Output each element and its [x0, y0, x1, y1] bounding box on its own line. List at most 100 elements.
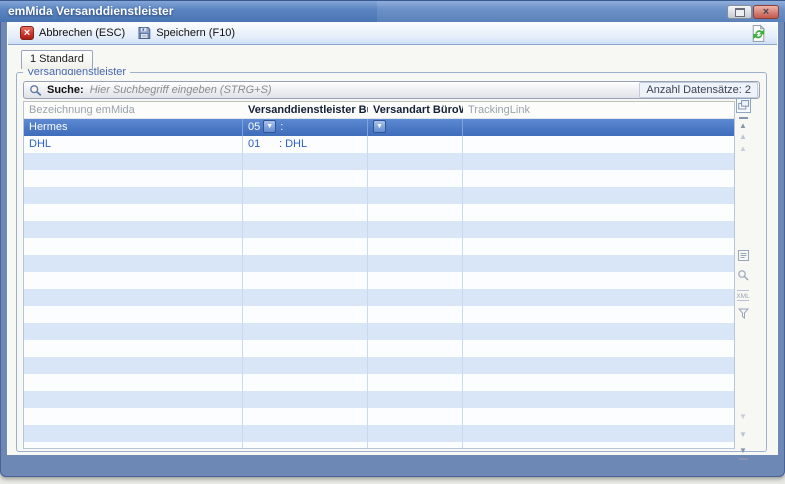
cell-empty — [463, 204, 734, 221]
search-zoom-icon[interactable] — [735, 269, 751, 285]
table-row-empty[interactable] — [24, 408, 734, 425]
table-row-empty[interactable] — [24, 238, 734, 255]
cell-empty — [463, 323, 734, 340]
cell-empty — [368, 357, 463, 374]
vdl-dropdown[interactable]: ▼ — [263, 120, 276, 133]
cell-empty — [24, 187, 243, 204]
table-row-empty[interactable] — [24, 357, 734, 374]
cell-empty — [243, 153, 368, 170]
table-row-empty[interactable] — [24, 323, 734, 340]
cell-empty — [463, 374, 734, 391]
cell-versanddienstleister: 01: DHL — [243, 136, 368, 153]
table-row[interactable]: DHL01: DHL — [24, 136, 734, 153]
table-row-empty[interactable] — [24, 289, 734, 306]
row-down-icon[interactable]: ▼ — [735, 411, 751, 423]
table-row-empty[interactable] — [24, 306, 734, 323]
view-details-icon[interactable] — [735, 249, 751, 265]
cell-empty — [243, 204, 368, 221]
cell-trackinglink — [463, 136, 734, 153]
cancel-button[interactable]: × Abbrechen (ESC) — [14, 25, 131, 41]
cell-empty — [463, 425, 734, 442]
cell-empty — [368, 340, 463, 357]
cell-empty — [463, 289, 734, 306]
toolbar: × Abbrechen (ESC) Speichern (F10) — [8, 22, 777, 45]
table-row-empty[interactable] — [24, 391, 734, 408]
page-down-icon[interactable]: ▼ — [735, 429, 751, 441]
cell-trackinglink — [463, 119, 734, 136]
page-up-icon[interactable]: ▲ — [735, 131, 751, 143]
cell-empty — [368, 272, 463, 289]
cell-empty — [368, 204, 463, 221]
cell-empty — [24, 221, 243, 238]
column-header-2[interactable]: Versandart BüroWARE — [368, 102, 463, 118]
cancel-icon: × — [20, 26, 34, 40]
table-row[interactable]: Hermes05▼:▼ — [24, 119, 734, 136]
cell-empty — [24, 272, 243, 289]
table-row-empty[interactable] — [24, 204, 734, 221]
cell-empty — [463, 238, 734, 255]
table-row-empty[interactable] — [24, 255, 734, 272]
window-title: emMida Versanddienstleister — [8, 1, 173, 22]
versandart-dropdown[interactable]: ▼ — [373, 120, 386, 133]
grid-side-toolbar: ▲ ▲ ▲ — [735, 73, 753, 451]
cell-empty — [243, 238, 368, 255]
cell-empty — [368, 306, 463, 323]
search-icon — [29, 84, 42, 97]
cell-empty — [368, 425, 463, 442]
close-button[interactable]: × — [753, 5, 779, 19]
vdl-code: 01 — [248, 136, 279, 153]
restore-button[interactable] — [727, 5, 752, 19]
table-row-empty[interactable] — [24, 374, 734, 391]
cell-empty — [24, 408, 243, 425]
cell-versanddienstleister: 05▼: — [243, 119, 368, 136]
table-row-empty[interactable] — [24, 221, 734, 238]
table-row-empty[interactable] — [24, 340, 734, 357]
cell-empty — [463, 272, 734, 289]
cell-empty — [24, 391, 243, 408]
column-chooser-icon[interactable] — [735, 98, 751, 116]
cell-empty — [243, 187, 368, 204]
grid: Bezeichnung emMidaVersanddienstleister B… — [23, 101, 735, 449]
cell-empty — [463, 255, 734, 272]
filter-icon[interactable] — [735, 307, 751, 323]
table-row-empty[interactable] — [24, 425, 734, 442]
search-bar[interactable]: Suche: Hier Suchbegriff eingeben (STRG+S… — [23, 81, 760, 99]
cell-empty — [368, 170, 463, 187]
cell-empty — [463, 340, 734, 357]
cell-empty — [463, 170, 734, 187]
cell-versandart — [368, 136, 463, 153]
refresh-icon — [749, 24, 768, 43]
cell-empty — [463, 408, 734, 425]
cell-empty — [24, 425, 243, 442]
cell-empty — [24, 170, 243, 187]
table-row-empty[interactable] — [24, 187, 734, 204]
cell-empty — [24, 255, 243, 272]
table-row-empty[interactable] — [24, 170, 734, 187]
export-xml-icon[interactable]: XML — [735, 289, 751, 305]
cell-empty — [463, 391, 734, 408]
cell-empty — [368, 442, 463, 448]
cell-empty — [368, 374, 463, 391]
table-row-empty[interactable] — [24, 442, 734, 448]
scroll-top-icon[interactable]: ▲ — [735, 117, 751, 132]
cell-empty — [243, 272, 368, 289]
table-row-empty[interactable] — [24, 153, 734, 170]
titlebar[interactable]: emMida Versanddienstleister × — [0, 0, 785, 22]
table-row-empty[interactable] — [24, 272, 734, 289]
cell-empty — [368, 221, 463, 238]
refresh-button[interactable] — [749, 24, 768, 43]
cell-empty — [243, 221, 368, 238]
cell-empty — [243, 374, 368, 391]
table-header: Bezeichnung emMidaVersanddienstleister B… — [24, 102, 734, 119]
column-header-0[interactable]: Bezeichnung emMida — [24, 102, 243, 118]
save-button[interactable]: Speichern (F10) — [131, 25, 241, 41]
tab-standard[interactable]: 1 Standard — [21, 50, 93, 69]
scroll-bottom-icon[interactable]: ▼ — [735, 445, 751, 460]
cell-empty — [463, 187, 734, 204]
column-header-3[interactable]: TrackingLink — [463, 102, 734, 118]
row-up-icon[interactable]: ▲ — [735, 143, 751, 155]
cell-empty — [243, 170, 368, 187]
close-icon: × — [763, 7, 769, 18]
cell-empty — [368, 408, 463, 425]
column-header-1[interactable]: Versanddienstleister BüroWARE — [243, 102, 368, 118]
